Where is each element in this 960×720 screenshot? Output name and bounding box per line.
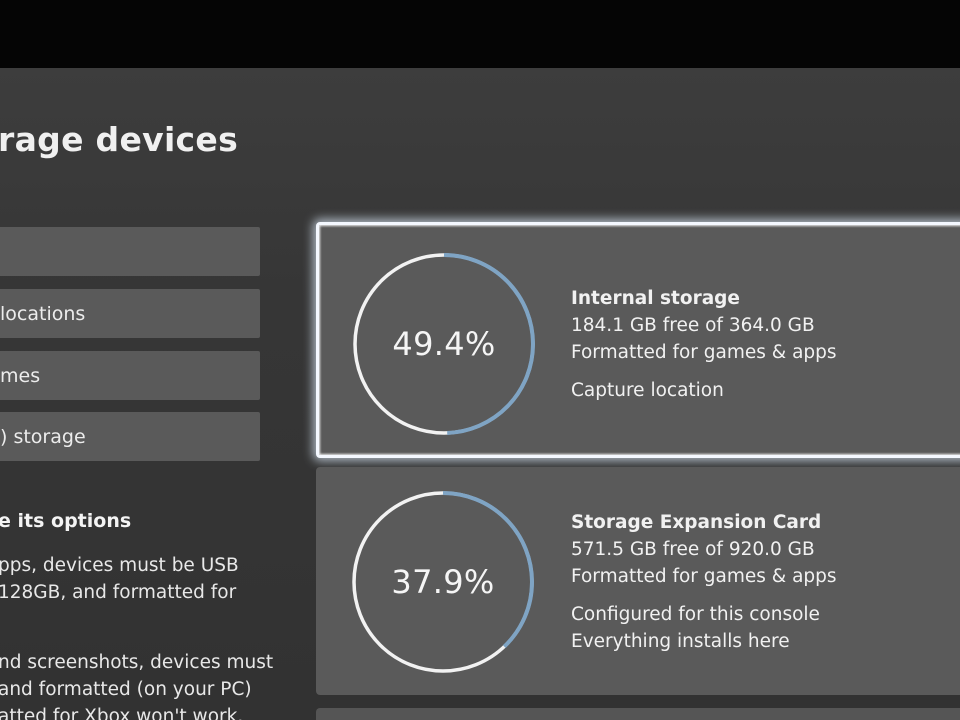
usage-percent: 49.4%	[392, 325, 496, 363]
menu-item-label: locations	[0, 302, 86, 325]
info-line: atted for Xbox won't work.	[0, 706, 244, 720]
menu-item-locations[interactable]: locations	[0, 289, 260, 338]
device-note: Capture location	[571, 380, 724, 401]
device-format: Formatted for games & apps	[571, 566, 837, 587]
device-name: Storage Expansion Card	[571, 512, 822, 533]
device-card-internal[interactable]: 49.4% Internal storage 184.1 GB free of …	[316, 222, 960, 458]
device-card-expansion[interactable]: 37.9% Storage Expansion Card 571.5 GB fr…	[316, 467, 960, 695]
device-note-secondary: Everything installs here	[571, 631, 790, 652]
menu-item-label: ) storage	[0, 425, 86, 448]
device-format: Formatted for games & apps	[571, 342, 837, 363]
usage-ring: 37.9%	[351, 490, 535, 674]
menu-item-label: mes	[0, 364, 41, 387]
storage-screen: rage devices locations mes ) storage e i…	[0, 68, 960, 720]
info-paragraph-usb: pps, devices must be USB 128GB, and form…	[0, 552, 278, 606]
info-paragraph-captures: nd screenshots, devices must and formatt…	[0, 649, 278, 720]
device-free-space: 571.5 GB free of 920.0 GB	[571, 539, 815, 560]
device-free-space: 184.1 GB free of 364.0 GB	[571, 315, 815, 336]
info-heading: e its options	[0, 510, 132, 532]
page-title: rage devices	[0, 120, 239, 159]
info-line: and formatted (on your PC)	[0, 679, 252, 700]
usage-percent: 37.9%	[391, 563, 495, 601]
info-line: pps, devices must be USB	[0, 555, 239, 576]
device-name: Internal storage	[571, 288, 740, 309]
menu-item-storage[interactable]: ) storage	[0, 412, 260, 461]
device-card-next[interactable]	[316, 708, 960, 720]
device-details: Storage Expansion Card 571.5 GB free of …	[571, 509, 837, 655]
menu-item-1[interactable]	[0, 227, 260, 276]
info-line: nd screenshots, devices must	[0, 652, 274, 673]
info-line: 128GB, and formatted for	[0, 582, 237, 603]
device-details: Internal storage 184.1 GB free of 364.0 …	[571, 285, 837, 404]
device-note: Configured for this console	[571, 604, 820, 625]
usage-ring: 49.4%	[352, 252, 536, 436]
menu-item-games[interactable]: mes	[0, 351, 260, 400]
